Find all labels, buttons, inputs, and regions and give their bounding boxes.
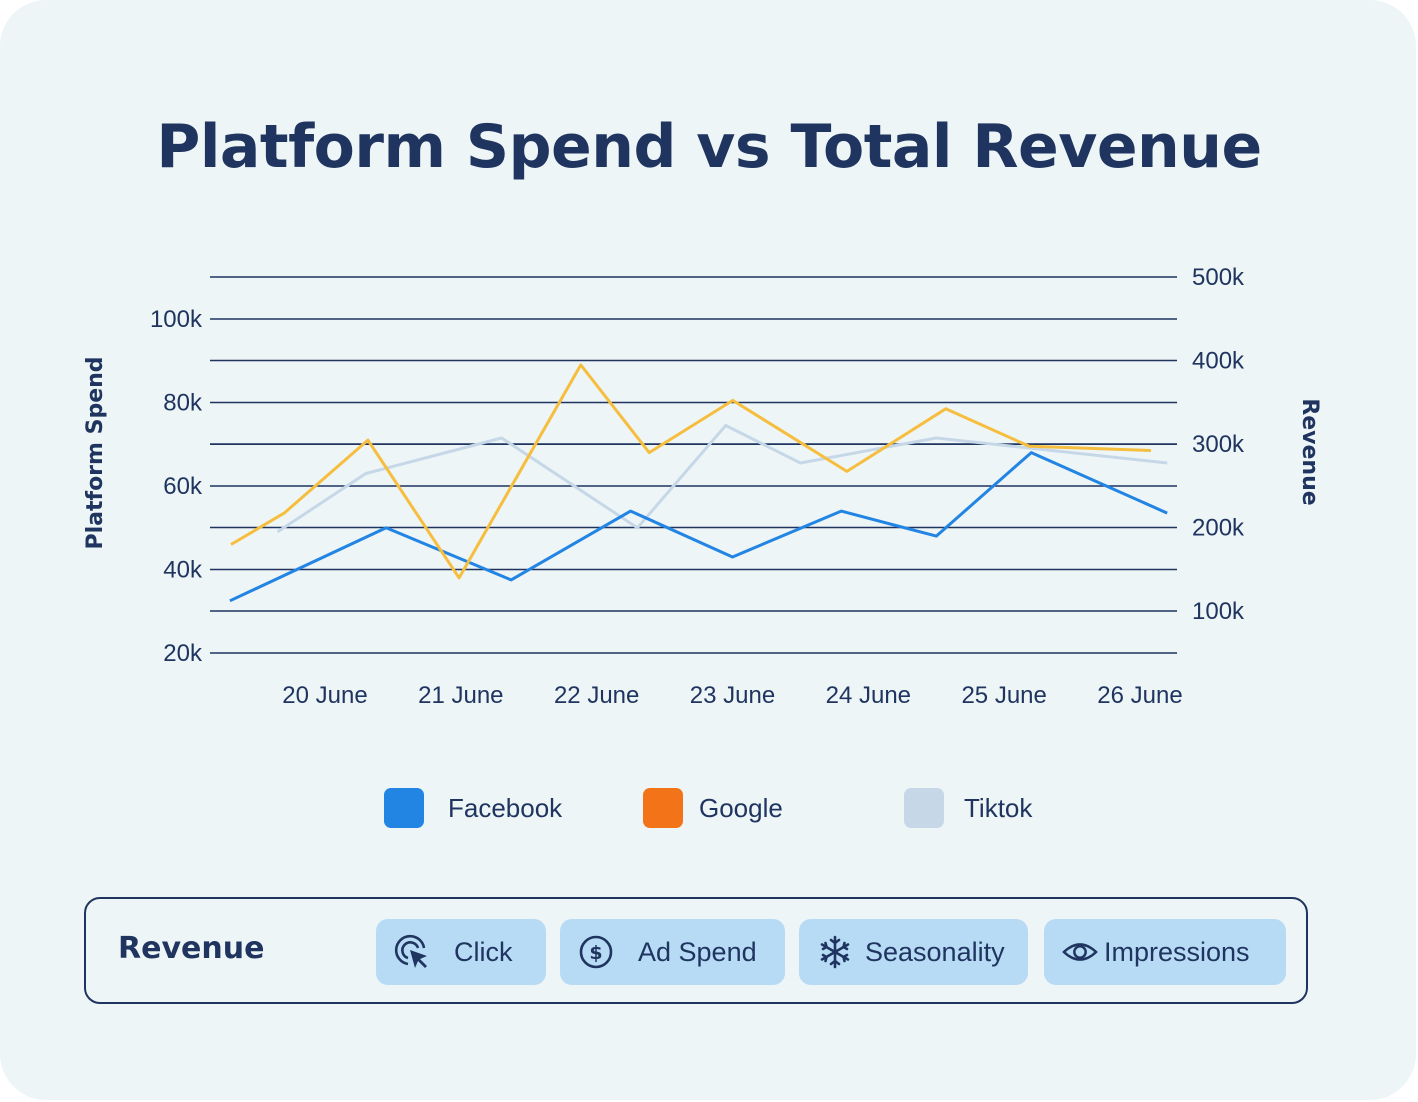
- y2-tick-label: 500k: [1192, 264, 1245, 291]
- x-axis: 20 June 21 June 22 June 23 June 24 June 25 Ju…: [282, 682, 1182, 709]
- panel-title: Revenue: [118, 931, 265, 966]
- y-tick-label: 100k: [150, 306, 203, 333]
- y2-tick-label: 400k: [1192, 348, 1245, 375]
- x-tick-label: 23 June: [690, 682, 775, 709]
- chart-legend: Facebook Google Tiktok: [0, 788, 1418, 832]
- right-y-axis: 500k 400k 300k 200k 100k: [1192, 264, 1245, 625]
- legend-item-facebook[interactable]: Facebook: [384, 788, 562, 828]
- impressions-chip-label: Impressions: [1104, 936, 1250, 967]
- click-chip-label: Click: [454, 936, 513, 967]
- series-line-tiktok: [276, 424, 1168, 534]
- x-tick-label: 26 June: [1097, 682, 1182, 709]
- y2-tick-label: 300k: [1192, 431, 1245, 458]
- legend-label-facebook: Facebook: [448, 792, 563, 823]
- x-tick-label: 22 June: [554, 682, 639, 709]
- legend-swatch-google: [643, 788, 683, 828]
- y-tick-label: 60k: [163, 473, 203, 500]
- legend-item-tiktok[interactable]: Tiktok: [904, 788, 1032, 828]
- left-y-axis-title: Platform Spend: [83, 356, 108, 549]
- legend-label-tiktok: Tiktok: [964, 792, 1033, 823]
- left-y-axis: 100k 80k 60k 40k 20k: [150, 306, 203, 667]
- right-y-axis-title: Revenue: [1297, 398, 1322, 505]
- y-tick-label: 20k: [163, 640, 203, 667]
- ad-spend-chip-label: Ad Spend: [638, 936, 757, 967]
- series-line-facebook: [229, 451, 1168, 603]
- x-tick-label: 25 June: [961, 682, 1046, 709]
- dollar-coin-icon: $: [578, 934, 614, 970]
- seasonality-chip-label: Seasonality: [865, 936, 1005, 967]
- cursor-click-icon: [394, 934, 430, 970]
- eye-icon: [1062, 934, 1098, 970]
- chart-series: [229, 363, 1168, 603]
- svg-text:$: $: [589, 942, 602, 964]
- snowflake-icon: [817, 934, 853, 970]
- seasonality-chip[interactable]: Seasonality: [799, 919, 1028, 985]
- legend-item-google[interactable]: Google: [643, 788, 783, 828]
- y2-tick-label: 200k: [1192, 515, 1245, 542]
- y-tick-label: 80k: [163, 390, 203, 417]
- y2-tick-label: 100k: [1192, 598, 1245, 625]
- x-tick-label: 20 June: [282, 682, 367, 709]
- x-tick-label: 21 June: [418, 682, 503, 709]
- impressions-chip[interactable]: Impressions: [1044, 919, 1286, 985]
- legend-label-google: Google: [699, 792, 783, 823]
- legend-swatch-facebook: [384, 788, 424, 828]
- click-chip[interactable]: Click: [376, 919, 546, 985]
- revenue-filter-panel: Revenue Click $ Ad Spend Seasonality Imp…: [84, 897, 1308, 1004]
- legend-swatch-tiktok: [904, 788, 944, 828]
- x-tick-label: 24 June: [826, 682, 911, 709]
- ad-spend-chip[interactable]: $ Ad Spend: [560, 919, 785, 985]
- line-chart: 100k 80k 60k 40k 20k 500k 400k 300k 200k 100k 20…: [83, 264, 1322, 709]
- y-tick-label: 40k: [163, 557, 203, 584]
